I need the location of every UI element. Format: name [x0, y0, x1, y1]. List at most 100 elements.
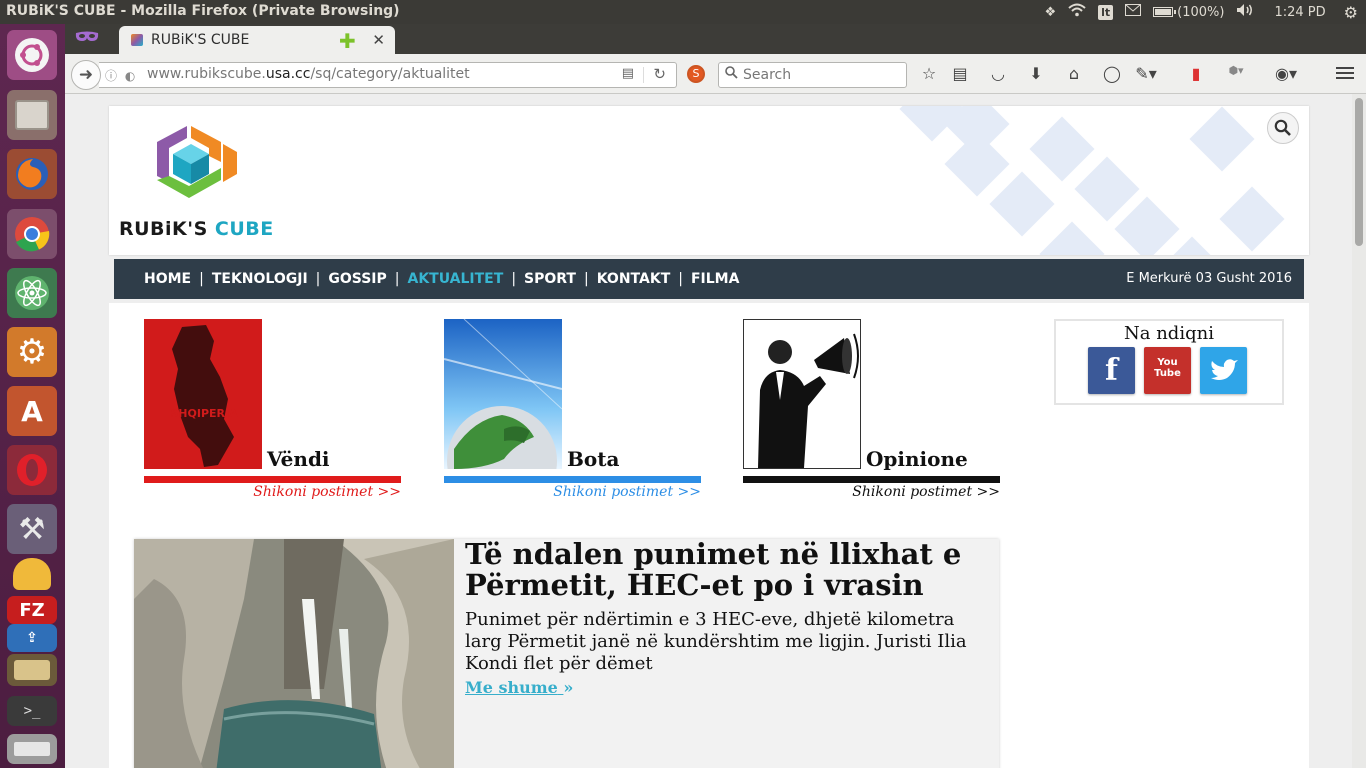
- wifi-icon[interactable]: [1068, 3, 1086, 21]
- nav-separator: |: [315, 271, 321, 287]
- opera-icon[interactable]: [7, 445, 57, 495]
- back-arrow-icon: ➜: [78, 65, 94, 85]
- battery-indicator[interactable]: (100%): [1153, 5, 1224, 20]
- logo-wordmark[interactable]: RUBiK'S CUBE: [119, 218, 274, 240]
- facebook-button[interactable]: f: [1088, 347, 1135, 394]
- category-link-opinione[interactable]: Shikoni postimet >>: [852, 484, 1000, 500]
- main-content: SHQIPERIA Vëndi Shikoni postimet >> Bota…: [109, 303, 1309, 768]
- bookmark-star-icon[interactable]: ☆: [918, 64, 940, 83]
- home-icon[interactable]: ⌂: [1063, 64, 1085, 83]
- top-panel: RUBiK'S CUBE - Mozilla Firefox (Private …: [0, 0, 1366, 24]
- category-bota-thumbnail[interactable]: [444, 319, 562, 469]
- downloads-icon[interactable]: ⬇: [1025, 64, 1047, 83]
- category-color-bar: [144, 476, 401, 483]
- nav-menu: HOME | TEKNOLOGJI | GOSSIP | AKTUALITET | SPORT |…: [144, 271, 739, 287]
- nav-item-aktualitet[interactable]: AKTUALITET: [408, 271, 504, 287]
- category-bota[interactable]: Bota Shikoni postimet >>: [444, 319, 701, 504]
- nav-item-teknologji[interactable]: TEKNOLOGJI: [212, 271, 308, 287]
- extension-globe-icon[interactable]: ◉▾: [1275, 64, 1297, 83]
- youtube-button[interactable]: You Tube: [1144, 347, 1191, 394]
- software-updater-icon[interactable]: ⇪: [7, 624, 57, 652]
- nav-item-gossip[interactable]: GOSSIP: [328, 271, 386, 287]
- category-opinione-thumbnail[interactable]: [743, 319, 861, 469]
- category-link-vendi[interactable]: Shikoni postimet >>: [253, 484, 401, 500]
- keyboard-layout-indicator[interactable]: lt: [1098, 4, 1114, 20]
- system-tray: ❖ lt (100%) 1:24 PD ⚙: [1044, 0, 1358, 24]
- hamburger-menu-icon[interactable]: [1336, 64, 1354, 82]
- twitter-button[interactable]: [1200, 347, 1247, 394]
- disk-usage-icon[interactable]: [7, 554, 57, 594]
- header-diamond-decoration: [1029, 116, 1095, 182]
- featured-article: Të ndalen punimet në llixhat e Përmetit,…: [134, 539, 999, 768]
- page-scrollbar[interactable]: [1352, 94, 1366, 768]
- chat-bubble-icon[interactable]: ◯: [1101, 64, 1123, 83]
- nav-separator: |: [678, 271, 683, 287]
- nav-item-kontakt[interactable]: KONTAKT: [597, 271, 671, 287]
- pocket-icon[interactable]: ◡: [987, 64, 1009, 83]
- mail-icon[interactable]: [1125, 4, 1142, 20]
- back-button[interactable]: ➜: [71, 60, 101, 90]
- header-diamond-decoration: [1219, 186, 1285, 252]
- clock[interactable]: 1:24 PD: [1274, 5, 1325, 20]
- double-chevron-right-icon: »: [563, 678, 574, 697]
- follow-us-widget: Na ndiqni f You Tube: [1054, 319, 1284, 405]
- battery-icon: [1153, 7, 1177, 17]
- scanner-icon[interactable]: [7, 734, 57, 764]
- scrollbar-thumb[interactable]: [1355, 98, 1363, 246]
- category-vendi-thumbnail[interactable]: SHQIPERIA: [144, 319, 262, 469]
- category-link-bota[interactable]: Shikoni postimet >>: [553, 484, 701, 500]
- volume-icon[interactable]: [1236, 3, 1254, 21]
- ubuntu-dash-icon[interactable]: [7, 30, 57, 80]
- category-title-bota[interactable]: Bota: [567, 447, 619, 471]
- nav-item-filma[interactable]: FILMA: [691, 271, 739, 287]
- category-color-bar: [444, 476, 701, 483]
- filezilla-icon[interactable]: FZ: [7, 596, 57, 624]
- dropbox-icon[interactable]: ❖: [1044, 5, 1056, 20]
- header-search-button[interactable]: [1267, 112, 1299, 144]
- extension-red-badge-icon[interactable]: ▮: [1185, 64, 1207, 83]
- terminal-icon[interactable]: >_: [7, 696, 57, 726]
- read-more-link[interactable]: Me shume »: [465, 678, 573, 697]
- nav-item-home[interactable]: HOME: [144, 271, 191, 287]
- category-title-opinione[interactable]: Opinione: [866, 447, 968, 471]
- system-settings-icon[interactable]: ⚙: [7, 327, 57, 377]
- current-date: E Merkurë 03 Gusht 2016: [1126, 271, 1292, 286]
- tools-icon[interactable]: ⚒: [7, 504, 57, 554]
- logo-word-rubiks: RUBiK'S: [119, 218, 208, 240]
- tab-bar: RUBiK'S CUBE ✕ ✚: [65, 24, 1366, 54]
- category-vendi[interactable]: SHQIPERIA Vëndi Shikoni postimet >>: [144, 319, 401, 504]
- new-tab-plus-icon[interactable]: ✚: [339, 29, 356, 53]
- extension-dropper-icon[interactable]: ✎▾: [1135, 64, 1157, 83]
- noscript-icon[interactable]: S: [687, 65, 705, 83]
- site-identity-info-icon[interactable]: ⓘ ◐: [105, 67, 137, 84]
- web-content: RUBiK'S CUBE HOME | TEKNOLOGJI | GOSSIP | AKTU…: [65, 94, 1352, 768]
- header-diamond-decoration: [1189, 106, 1255, 172]
- category-opinione[interactable]: Opinione Shikoni postimet >>: [743, 319, 1000, 504]
- main-navigation: HOME | TEKNOLOGJI | GOSSIP | AKTUALITET | SPORT |…: [114, 259, 1304, 299]
- tab-title: RUBiK'S CUBE: [151, 32, 250, 48]
- archive-manager-icon[interactable]: [7, 654, 57, 686]
- youtube-icon: You Tube: [1154, 357, 1181, 379]
- reader-view-icon[interactable]: ▤: [622, 66, 634, 81]
- read-more-label: Me shume: [465, 678, 558, 697]
- search-bar[interactable]: Search: [718, 62, 907, 88]
- article-excerpt: Punimet për ndërtimin e 3 HEC-eve, dhjet…: [465, 609, 967, 674]
- atom-editor-icon[interactable]: [7, 268, 57, 318]
- article-title[interactable]: Të ndalen punimet në llixhat e Përmetit,…: [465, 539, 985, 601]
- article-image[interactable]: [134, 539, 454, 768]
- software-center-icon[interactable]: A: [7, 386, 57, 436]
- url-bar[interactable]: ⓘ ◐ www.rubikscube.usa.cc/sq/category/ak…: [99, 62, 677, 88]
- chrome-icon[interactable]: [7, 209, 57, 259]
- files-icon[interactable]: [7, 90, 57, 140]
- power-gear-icon[interactable]: ⚙: [1344, 3, 1358, 22]
- nav-separator: |: [394, 271, 400, 287]
- adblock-plus-icon[interactable]: ⬢▾: [1225, 64, 1247, 77]
- category-title-vendi[interactable]: Vëndi: [267, 447, 330, 471]
- tab-close-icon[interactable]: ✕: [372, 31, 385, 49]
- nav-item-sport[interactable]: SPORT: [524, 271, 576, 287]
- reload-icon[interactable]: ↻: [653, 65, 666, 83]
- firefox-icon[interactable]: [7, 149, 57, 199]
- bookmarks-menu-icon[interactable]: ▤: [949, 64, 971, 83]
- map-word: SHQIPERIA: [170, 407, 238, 420]
- nav-separator: |: [583, 271, 589, 287]
